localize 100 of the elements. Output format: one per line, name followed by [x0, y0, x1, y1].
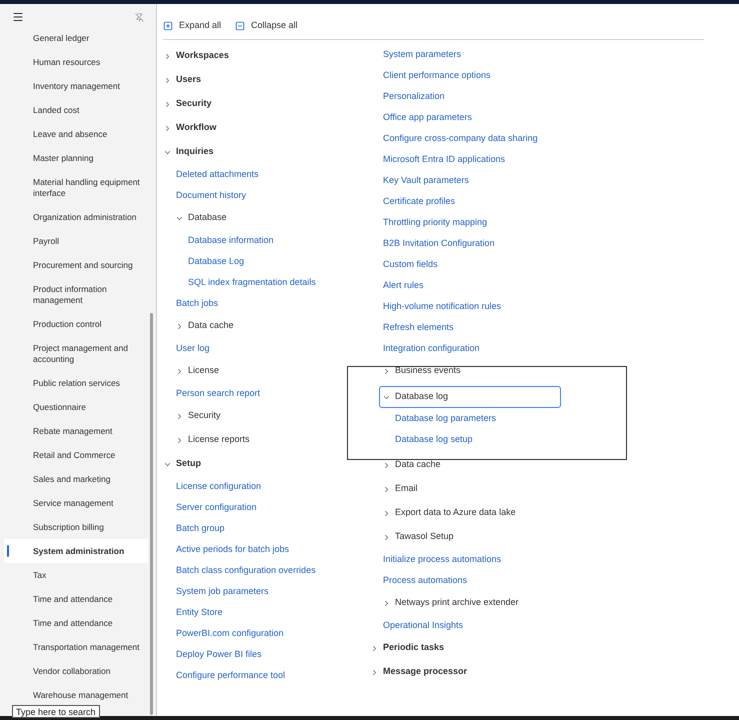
menu-link[interactable]: High-volume notification rules — [383, 300, 502, 314]
chevron-icon — [163, 52, 172, 60]
selection-indicator — [7, 545, 9, 557]
sidebar-item[interactable]: Warehouse management — [4, 683, 148, 707]
menu-link[interactable]: Alert rules — [383, 278, 424, 292]
group-toggle[interactable]: Setup — [163, 452, 370, 476]
menu-link[interactable]: Entity Store — [176, 606, 223, 620]
menu-link[interactable]: Batch class configuration overrides — [176, 564, 316, 578]
chevron-icon — [163, 124, 172, 132]
group-toggle[interactable]: Netways print archive extender — [382, 591, 561, 615]
chevron-icon — [175, 412, 184, 420]
group-toggle[interactable]: Data cache — [382, 453, 561, 477]
menu-link[interactable]: Person search report — [176, 386, 260, 400]
sidebar-item[interactable]: Leave and absence — [4, 122, 148, 146]
menu-link[interactable]: Certificate profiles — [383, 194, 456, 208]
sidebar-item[interactable]: Master planning — [4, 146, 148, 170]
group-toggle[interactable]: Security — [175, 404, 370, 428]
sidebar-item[interactable]: General ledger — [4, 26, 148, 50]
sidebar-item[interactable]: System administration — [4, 539, 148, 563]
group-toggle[interactable]: Email — [382, 477, 561, 501]
group-toggle[interactable]: Database log — [379, 386, 561, 408]
sidebar-item[interactable]: Time and attendance — [4, 587, 148, 611]
menu-link[interactable]: Batch jobs — [176, 296, 218, 310]
sidebar-item[interactable]: Organization administration — [4, 205, 148, 229]
group-toggle[interactable]: Workflow — [163, 116, 370, 140]
chevron-icon — [382, 532, 391, 542]
menu-link[interactable]: Batch group — [176, 522, 225, 536]
group-toggle[interactable]: Data cache — [175, 314, 370, 338]
menu-link[interactable]: Configure cross-company data sharing — [383, 132, 538, 146]
group-toggle[interactable]: Export data to Azure data lake — [382, 501, 561, 525]
menu-link[interactable]: Database log parameters — [395, 412, 496, 426]
toolbar-button[interactable]: Expand all — [163, 18, 222, 32]
chevron-icon — [370, 644, 379, 652]
menu-icon[interactable] — [12, 11, 24, 23]
sidebar-item[interactable]: Product information management — [4, 277, 148, 312]
group-toggle[interactable]: Periodic tasks — [370, 636, 561, 660]
group-toggle[interactable]: Business events — [382, 359, 561, 383]
group-toggle[interactable]: Users — [163, 68, 370, 92]
sidebar-item[interactable]: Time and attendance — [4, 611, 148, 635]
menu-link[interactable]: B2B Invitation Configuration — [383, 236, 495, 250]
menu-link[interactable]: SQL index fragmentation details — [188, 276, 316, 290]
sidebar-item[interactable]: Transportation management — [4, 635, 148, 659]
sidebar-item[interactable]: Vendor collaboration — [4, 659, 148, 683]
group-toggle[interactable]: Tawasol Setup — [382, 525, 561, 549]
sidebar-item[interactable]: Public relation services — [4, 371, 148, 395]
group-toggle[interactable]: Database — [175, 206, 370, 230]
menu-link[interactable]: Throttling priority mapping — [383, 216, 488, 230]
sidebar-item[interactable]: Landed cost — [4, 98, 148, 122]
sidebar-item[interactable]: Tax — [4, 563, 148, 587]
menu-link[interactable]: PowerBI.com configuration — [176, 626, 284, 640]
plus-square-icon — [163, 20, 173, 30]
group-toggle[interactable]: Workspaces — [163, 44, 370, 68]
sidebar-item[interactable]: Inventory management — [4, 74, 148, 98]
menu-link[interactable]: Database log setup — [395, 432, 473, 446]
menu-link[interactable]: User log — [176, 342, 210, 356]
group-toggle[interactable]: License reports — [175, 428, 370, 452]
sidebar-item[interactable]: Subscription billing — [4, 515, 148, 539]
menu-link[interactable]: Document history — [176, 188, 246, 202]
sidebar-item[interactable]: Material handling equipment interface — [4, 170, 148, 205]
menu-link[interactable]: Office app parameters — [383, 110, 472, 124]
menu-link[interactable]: System job parameters — [176, 584, 269, 598]
group-toggle[interactable]: License — [175, 359, 370, 383]
sidebar-item[interactable]: Rebate management — [4, 419, 148, 443]
sidebar-item[interactable]: Production control — [4, 312, 148, 336]
menu-link[interactable]: Active periods for batch jobs — [176, 542, 290, 556]
menu-link[interactable]: Database information — [188, 234, 274, 248]
menu-link[interactable]: Database Log — [188, 254, 244, 268]
sidebar-item[interactable]: Questionnaire — [4, 395, 148, 419]
sidebar-item[interactable]: Human resources — [4, 50, 148, 74]
sidebar-item[interactable]: Procurement and sourcing — [4, 253, 148, 277]
menu-link[interactable]: Microsoft Entra ID applications — [383, 152, 506, 166]
chevron-icon — [382, 484, 391, 494]
sidebar-item[interactable]: Retail and Commerce — [4, 443, 148, 467]
pin-icon[interactable] — [135, 12, 144, 22]
menu-link[interactable]: Initialize process automations — [383, 552, 502, 566]
menu-link[interactable]: Refresh elements — [383, 320, 454, 334]
menu-link[interactable]: Personalization — [383, 90, 445, 104]
menu-link[interactable]: Deleted attachments — [176, 168, 259, 182]
menu-link[interactable]: Operational Insights — [383, 618, 464, 632]
menu-link[interactable]: Custom fields — [383, 258, 438, 272]
group-toggle[interactable]: Message processor — [370, 660, 561, 684]
menu-link[interactable]: Process automations — [383, 574, 468, 588]
menu-link[interactable]: Server configuration — [176, 500, 257, 514]
menu-link[interactable]: Deploy Power BI files — [176, 648, 262, 662]
menu-link[interactable]: License configuration — [176, 480, 262, 494]
menu-link[interactable]: Key Vault parameters — [383, 174, 469, 188]
menu-link[interactable]: Integration configuration — [383, 342, 480, 356]
menu-link[interactable]: Configure performance tool — [176, 668, 286, 682]
menu-link[interactable]: System parameters — [383, 48, 462, 62]
sidebar-item[interactable]: Payroll — [4, 229, 148, 253]
chevron-icon — [163, 100, 172, 108]
toolbar-button[interactable]: Collapse all — [235, 18, 298, 32]
sidebar-item[interactable]: Sales and marketing — [4, 467, 148, 491]
chevron-icon — [382, 460, 391, 470]
group-toggle[interactable]: Security — [163, 92, 370, 116]
menu-link[interactable]: Client performance options — [383, 68, 491, 82]
chevron-icon — [370, 668, 379, 676]
group-toggle[interactable]: Inquiries — [163, 140, 370, 164]
sidebar-item[interactable]: Service management — [4, 491, 148, 515]
sidebar-item[interactable]: Project management and accounting — [4, 336, 148, 371]
